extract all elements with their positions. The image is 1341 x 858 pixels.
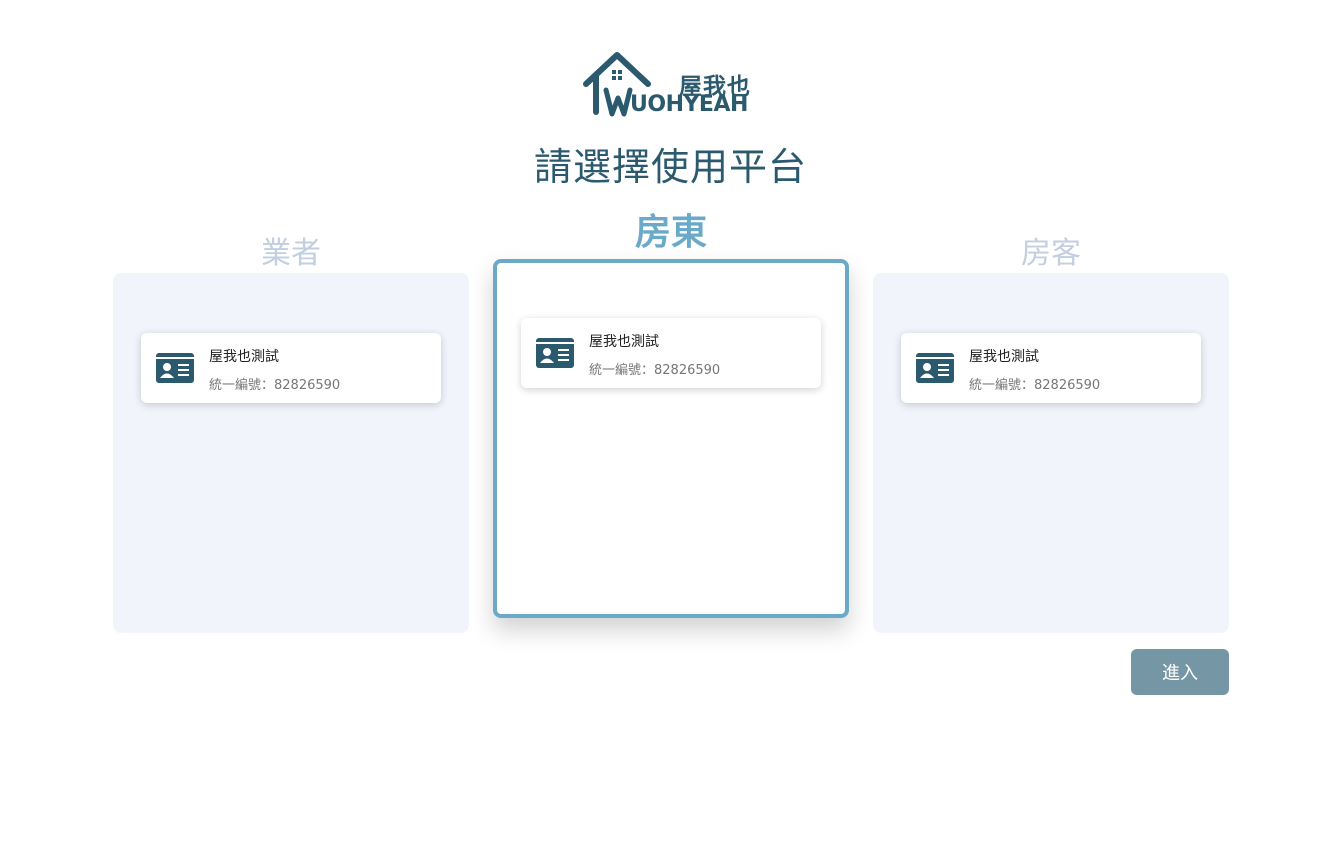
page-title: 請選擇使用平台 — [533, 145, 807, 189]
id-card-icon — [156, 353, 194, 383]
id-card-icon — [916, 353, 954, 383]
account-tax-id: 統一編號：82826590 — [589, 363, 721, 378]
account-name: 屋我也測試 — [969, 349, 1039, 365]
column-title-operator[interactable]: 業者 — [113, 228, 469, 272]
panel-landlord[interactable]: 屋我也測試 統一編號：82826590 — [493, 259, 849, 618]
account-tax-id: 統一編號：82826590 — [209, 378, 341, 393]
account-tax-id: 統一編號：82826590 — [969, 378, 1101, 393]
account-card[interactable]: 屋我也測試 統一編號：82826590 — [141, 333, 441, 403]
logo-english-text: UOHYEAH — [630, 92, 748, 117]
account-name: 屋我也測試 — [209, 349, 279, 365]
panel-tenant[interactable]: 屋我也測試 統一編號：82826590 — [873, 273, 1229, 633]
account-name: 屋我也測試 — [589, 334, 659, 350]
column-title-tenant[interactable]: 房客 — [873, 228, 1229, 272]
platform-select-page: 屋我也 UOHYEAH 請選擇使用平台 業者 房東 房客 屋我也測試 統一編號：… — [0, 0, 1341, 858]
column-title-landlord[interactable]: 房東 — [493, 203, 849, 255]
panel-operator[interactable]: 屋我也測試 統一編號：82826590 — [113, 273, 469, 633]
account-card[interactable]: 屋我也測試 統一編號：82826590 — [521, 318, 821, 388]
account-card[interactable]: 屋我也測試 統一編號：82826590 — [901, 333, 1201, 403]
enter-button[interactable]: 進入 — [1131, 649, 1229, 695]
id-card-icon — [536, 338, 574, 368]
wuohyeah-logo: 屋我也 UOHYEAH — [582, 50, 762, 120]
